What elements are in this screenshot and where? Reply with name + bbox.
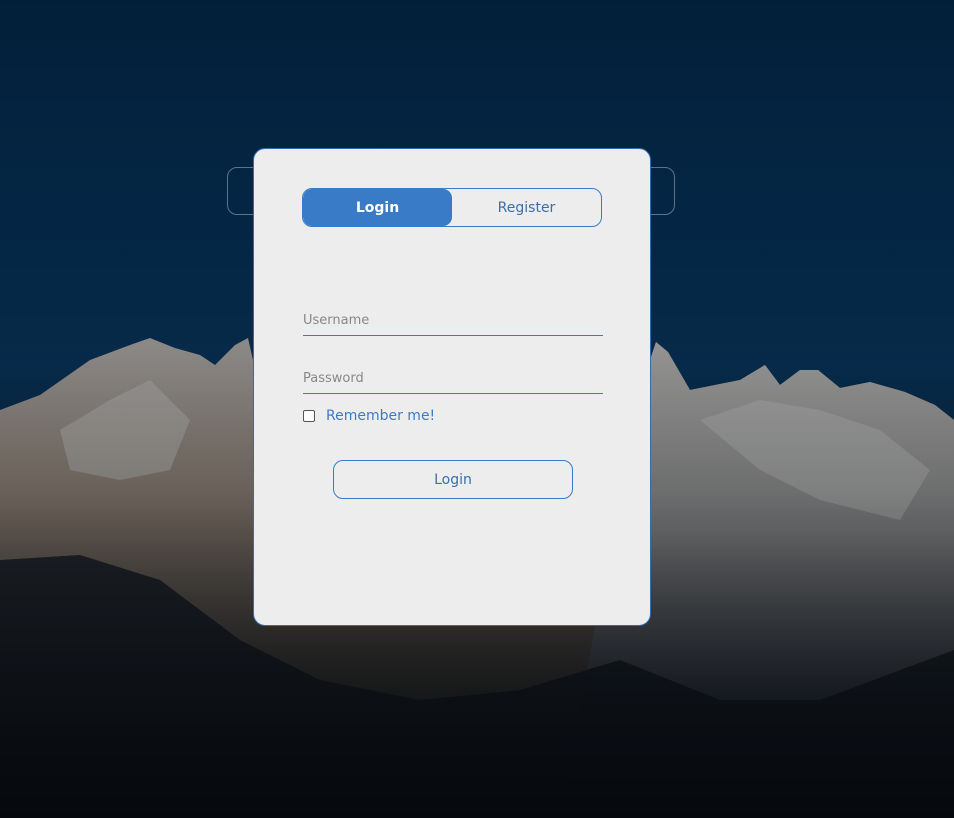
tab-register[interactable]: Register [452,189,601,226]
password-input[interactable] [303,364,603,394]
username-input[interactable] [303,306,603,336]
login-page: Login Register Remember me! Login [0,0,954,818]
tab-login[interactable]: Login [303,189,452,226]
login-button[interactable]: Login [333,460,573,499]
login-card: Login Register Remember me! Login [253,148,651,626]
remember-me-checkbox[interactable] [303,410,315,422]
auth-tabs: Login Register [302,188,602,227]
remember-me-row: Remember me! [303,408,435,424]
remember-me-label[interactable]: Remember me! [326,408,435,424]
